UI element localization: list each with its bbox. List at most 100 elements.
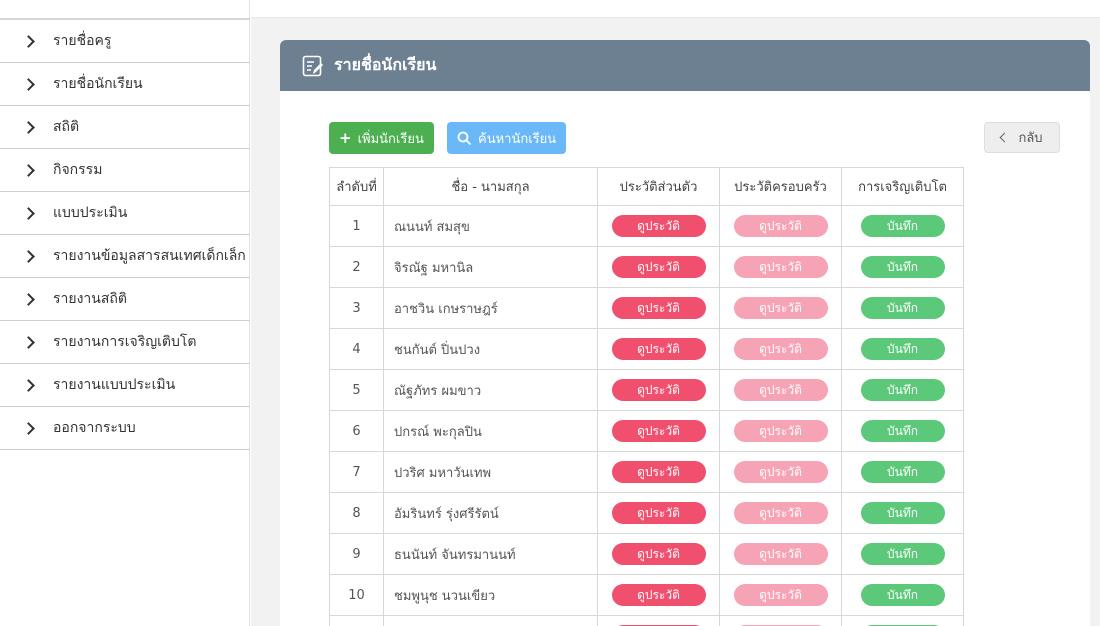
record-growth-button[interactable]: บันทึก [860,297,945,319]
view-family-history-button[interactable]: ดูประวัติ [733,420,828,442]
student-list-panel: รายชื่อนักเรียน + เพิ่มนักเรียน ค้นหานัก… [280,40,1090,626]
sidebar-item-assessment-report[interactable]: รายงานแบบประเมิน [0,364,250,407]
personal-history-cell: ดูประวัติ [597,369,720,411]
row-number: 5 [329,369,384,411]
record-growth-button[interactable]: บันทึก [860,256,945,278]
sidebar-item-label: รายชื่อครู [53,33,112,49]
student-name: ปณสมิทธิ์ ดวงรินา [383,615,598,626]
view-family-history-button[interactable]: ดูประวัติ [733,379,828,401]
view-family-history-button[interactable]: ดูประวัติ [733,543,828,565]
growth-cell: บันทึก [841,246,964,288]
view-family-history-button[interactable]: ดูประวัติ [733,256,828,278]
view-family-history-button[interactable]: ดูประวัติ [733,461,828,483]
chevron-right-icon [22,249,35,263]
column-header-growth: การเจริญเติบโต [841,167,964,206]
growth-cell: บันทึก [841,492,964,534]
row-number: 4 [329,328,384,370]
family-history-cell: ดูประวัติ [719,369,842,411]
column-header-family-history: ประวัติครอบครัว [719,167,842,206]
student-table: ลำดับที่ ชื่อ - นามสกุล ประวัติส่วนตัว ป… [329,167,964,626]
row-number: 7 [329,451,384,493]
sidebar-item-label: ออกจากระบบ [53,420,136,436]
row-number: 10 [329,574,384,616]
student-name: ณนนท์ สมสุข [383,205,598,247]
view-family-history-button[interactable]: ดูประวัติ [733,584,828,606]
record-growth-button[interactable]: บันทึก [860,584,945,606]
sidebar-item-label: แบบประเมิน [53,205,128,221]
chevron-right-icon [22,378,35,392]
row-number: 8 [329,492,384,534]
record-growth-button[interactable]: บันทึก [860,461,945,483]
sidebar-menu: รายชื่อครู รายชื่อนักเรียน สถิติ กิจกรรม… [0,20,250,450]
search-student-label: ค้นหานักเรียน [478,131,557,147]
view-personal-history-button[interactable]: ดูประวัติ [611,297,706,319]
view-family-history-button[interactable]: ดูประวัติ [733,297,828,319]
view-family-history-button[interactable]: ดูประวัติ [733,502,828,524]
growth-cell: บันทึก [841,533,964,575]
record-growth-button[interactable]: บันทึก [860,338,945,360]
view-personal-history-button[interactable]: ดูประวัติ [611,461,706,483]
sidebar-item-teachers[interactable]: รายชื่อครู [0,20,250,63]
table-header-row: ลำดับที่ ชื่อ - นามสกุล ประวัติส่วนตัว ป… [329,167,964,206]
record-growth-button[interactable]: บันทึก [860,420,945,442]
page-title: รายชื่อนักเรียน [334,55,437,74]
table-row: 7 ปวริศ มหาวันเทพ ดูประวัติ ดูประวัติ บันทึก [329,451,964,493]
sidebar-item-child-info-report[interactable]: รายงานข้อมูลสารสนเทศเด็กเล็ก [0,235,250,278]
sidebar-item-statistics[interactable]: สถิติ [0,106,250,149]
student-name: อาชวิน เกษราษฎร์ [383,287,598,329]
personal-history-cell: ดูประวัติ [597,451,720,493]
family-history-cell: ดูประวัติ [719,615,842,626]
growth-cell: บันทึก [841,205,964,247]
row-number: 6 [329,410,384,452]
main-content: รายชื่อนักเรียน + เพิ่มนักเรียน ค้นหานัก… [251,0,1100,626]
sidebar-item-assessment[interactable]: แบบประเมิน [0,192,250,235]
personal-history-cell: ดูประวัติ [597,615,720,626]
view-personal-history-button[interactable]: ดูประวัติ [611,379,706,401]
add-student-button[interactable]: + เพิ่มนักเรียน [329,122,434,154]
sidebar-item-label: รายชื่อนักเรียน [53,76,143,92]
personal-history-cell: ดูประวัติ [597,205,720,247]
family-history-cell: ดูประวัติ [719,574,842,616]
growth-cell: บันทึก [841,451,964,493]
sidebar-item-students[interactable]: รายชื่อนักเรียน [0,63,250,106]
record-growth-button[interactable]: บันทึก [860,379,945,401]
sidebar-item-activities[interactable]: กิจกรรม [0,149,250,192]
personal-history-cell: ดูประวัติ [597,533,720,575]
view-personal-history-button[interactable]: ดูประวัติ [611,256,706,278]
sidebar-item-label: รายงานการเจริญเติบโต [53,334,197,350]
table-row: 5 ณัฐภัทร ผมขาว ดูประวัติ ดูประวัติ บันทึก [329,369,964,411]
growth-cell: บันทึก [841,615,964,626]
row-number: 11 [329,615,384,626]
back-label: กลับ [1018,131,1043,146]
student-name: อัมรินทร์ รุ่งศรีรัตน์ [383,492,598,534]
table-body: 1 ณนนท์ สมสุข ดูประวัติ ดูประวัติ บันทึก 2 จิร… [329,205,964,626]
view-personal-history-button[interactable]: ดูประวัติ [611,543,706,565]
edit-list-icon [302,55,323,76]
row-number: 2 [329,246,384,288]
view-family-history-button[interactable]: ดูประวัติ [733,338,828,360]
table-row: 10 ชมพูนุช นวนเขียว ดูประวัติ ดูประวัติ บันท… [329,574,964,616]
sidebar-item-statistics-report[interactable]: รายงานสถิติ [0,278,250,321]
sidebar-item-logout[interactable]: ออกจากระบบ [0,407,250,450]
view-personal-history-button[interactable]: ดูประวัติ [611,338,706,360]
back-button[interactable]: กลับ [984,122,1060,153]
view-personal-history-button[interactable]: ดูประวัติ [611,502,706,524]
view-personal-history-button[interactable]: ดูประวัติ [611,584,706,606]
plus-icon: + [339,129,352,147]
personal-history-cell: ดูประวัติ [597,574,720,616]
record-growth-button[interactable]: บันทึก [860,215,945,237]
view-personal-history-button[interactable]: ดูประวัติ [611,215,706,237]
sidebar-item-growth-report[interactable]: รายงานการเจริญเติบโต [0,321,250,364]
personal-history-cell: ดูประวัติ [597,328,720,370]
growth-cell: บันทึก [841,574,964,616]
view-family-history-button[interactable]: ดูประวัติ [733,215,828,237]
chevron-right-icon [22,335,35,349]
search-icon [457,131,472,145]
record-growth-button[interactable]: บันทึก [860,502,945,524]
search-student-button[interactable]: ค้นหานักเรียน [447,122,567,154]
record-growth-button[interactable]: บันทึก [860,543,945,565]
personal-history-cell: ดูประวัติ [597,492,720,534]
view-personal-history-button[interactable]: ดูประวัติ [611,420,706,442]
student-name: ปกรณ์ พะกุลปิน [383,410,598,452]
personal-history-cell: ดูประวัติ [597,410,720,452]
